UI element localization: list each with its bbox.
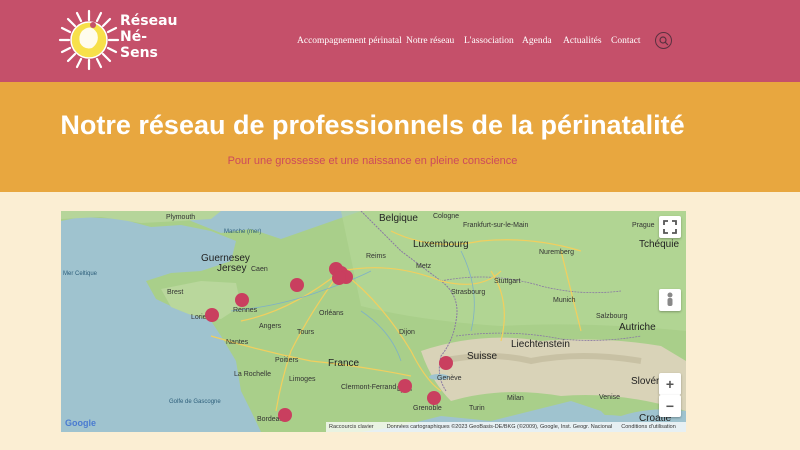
map-label-tcheque: Tchéquie — [639, 239, 680, 250]
map-label-salzbourg: Salzbourg — [596, 313, 628, 320]
map-marker[interactable] — [398, 379, 412, 393]
search-button[interactable] — [655, 32, 672, 49]
map-marker[interactable] — [205, 308, 219, 322]
main-nav: Accompagnement périnatal Notre réseau L'… — [0, 36, 800, 50]
keyboard-shortcuts-link[interactable]: Raccourcis clavier — [329, 424, 374, 430]
map-label-clermont: Clermont-Ferrand — [341, 384, 397, 391]
map-label-orleans: Orléans — [319, 310, 344, 317]
map-label-france: France — [328, 358, 360, 369]
map-label-venise: Venise — [599, 394, 621, 401]
map-label-frankfurt: Frankfurt-sur-le-Main — [463, 222, 529, 229]
map-label-dijon: Dijon — [399, 329, 415, 336]
map-label-slovenie: Slovén — [631, 376, 662, 387]
map-marker[interactable] — [427, 391, 441, 405]
map-label-metz: Metz — [416, 263, 432, 270]
nav-item-accompagnement[interactable]: Accompagnement périnatal — [297, 36, 402, 46]
zoom-in-button[interactable]: + — [659, 373, 681, 395]
map-label-suisse: Suisse — [467, 351, 498, 362]
map-label-cologne: Cologne — [433, 213, 460, 220]
map-label-nantes: Nantes — [226, 339, 249, 346]
map-data-credit: Données cartographiques ©2023 GeoBasis-D… — [386, 424, 613, 430]
nav-item-association[interactable]: L'association — [464, 36, 514, 46]
map-label-liechtenstein: Liechtenstein — [511, 339, 570, 350]
map-label-prague: Prague — [632, 222, 655, 229]
map-label-autriche: Autriche — [619, 322, 656, 333]
map-marker[interactable] — [235, 293, 249, 307]
map-label-munich: Munich — [553, 297, 576, 304]
map-marker[interactable] — [332, 271, 346, 285]
nav-item-reseau[interactable]: Notre réseau — [406, 36, 454, 46]
map-label-limoges: Limoges — [289, 376, 316, 383]
pegman-icon — [667, 292, 673, 306]
map-label-caen: Caen — [251, 266, 268, 273]
map-marker[interactable] — [439, 356, 453, 370]
map-label-golfe: Golfe de Gascogne — [169, 399, 221, 405]
nav-item-agenda[interactable]: Agenda — [522, 36, 552, 46]
map-label-strasbourg: Strasbourg — [451, 289, 486, 296]
map-label-milan: Milan — [507, 395, 524, 402]
fullscreen-button[interactable] — [659, 216, 681, 238]
zoom-out-button[interactable]: − — [659, 395, 681, 417]
map-label-plymouth: Plymouth — [166, 214, 196, 221]
nav-item-contact[interactable]: Contact — [611, 36, 641, 46]
terms-of-use-link[interactable]: Conditions d'utilisation — [621, 424, 676, 430]
google-map[interactable]: Plymouth Belgique Cologne Frankfurt-sur-… — [61, 211, 686, 432]
fullscreen-icon — [663, 220, 677, 234]
map-label-mer-celtique: Mer Celtique — [63, 271, 98, 277]
map-label-geneve: Genève — [437, 375, 462, 382]
map-attribution: Raccourcis clavier Données cartographiqu… — [326, 422, 686, 432]
logo-line-1: Réseau — [120, 13, 178, 29]
map-label-nuremberg: Nuremberg — [539, 249, 575, 256]
map-label-reims: Reims — [366, 253, 386, 260]
site-header: Réseau Né-Sens Accompagnement périnatal … — [0, 0, 800, 82]
map-label-belgique: Belgique — [379, 213, 418, 224]
map-label-grenoble: Grenoble — [413, 405, 442, 412]
map-label-poitiers: Poitiers — [275, 357, 299, 364]
map-label-angers: Angers — [259, 323, 282, 330]
map-label-stuttgart: Stuttgart — [494, 278, 521, 285]
map-label-manche: Manche (mer) — [224, 229, 262, 235]
map-marker[interactable] — [278, 408, 292, 422]
map-terrain — [61, 211, 686, 432]
search-icon — [659, 36, 669, 46]
map-label-luxembourg: Luxembourg — [413, 239, 469, 250]
map-label-jersey: Jersey — [217, 263, 247, 274]
map-label-tours: Tours — [297, 329, 315, 336]
hero-banner: Notre réseau de professionnels de la pér… — [0, 82, 800, 192]
page-title: Notre réseau de professionnels de la pér… — [60, 110, 685, 140]
map-label-la-rochelle: La Rochelle — [234, 371, 271, 378]
map-label-rennes: Rennes — [233, 307, 258, 314]
google-logo[interactable]: Google — [65, 418, 96, 428]
pegman-button[interactable] — [659, 289, 681, 311]
map-label-brest: Brest — [167, 289, 184, 296]
nav-item-actualites[interactable]: Actualités — [563, 36, 602, 46]
page-subtitle: Pour une grossesse et une naissance en p… — [227, 155, 518, 167]
map-label-turin: Turin — [469, 405, 485, 412]
map-marker[interactable] — [290, 278, 304, 292]
